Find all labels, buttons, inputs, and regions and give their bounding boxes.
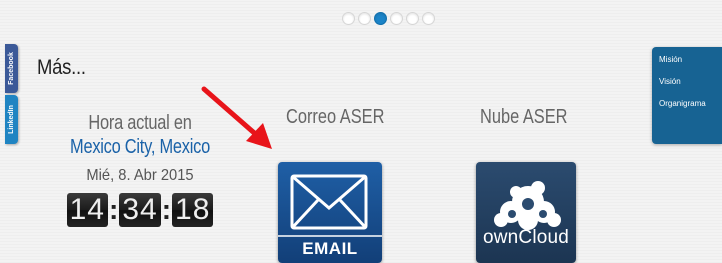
linkedin-label: LinkedIn [8,105,15,134]
linkedin-tab[interactable]: LinkedIn [5,95,18,144]
clock-date: Mié, 8. Abr 2015 [86,167,194,184]
email-icon-label: EMAIL [302,239,358,258]
carousel-dot[interactable] [358,12,371,25]
menu-item-vision[interactable]: Visión [659,77,722,86]
clock-minutes: 34 [119,193,161,227]
email-app-button[interactable]: EMAIL [278,162,382,263]
owncloud-app-button[interactable]: ownCloud [476,162,576,263]
carousel-dot[interactable] [406,12,419,25]
carousel-dots [342,12,435,25]
red-arrow-icon [201,86,272,149]
right-side-menu: Misión Visión Organigrama [652,47,722,144]
carousel-dot[interactable] [342,12,355,25]
clock-seconds: 18 [172,193,214,227]
email-app-title[interactable]: Correo ASER [286,106,384,129]
facebook-tab[interactable]: Facebook [5,44,18,93]
carousel-dot[interactable] [422,12,435,25]
clock-city-link[interactable]: Mexico City, Mexico [66,136,214,159]
clock-hours: 14 [66,193,108,227]
clock-separator: : [161,194,172,225]
menu-item-mision[interactable]: Misión [659,55,722,64]
carousel-dot[interactable] [390,12,403,25]
clock-separator: : [108,194,119,225]
clock-digits: 14 : 34 : 18 [50,193,230,227]
menu-item-organigrama[interactable]: Organigrama [659,99,722,108]
carousel-dot-active[interactable] [374,12,387,25]
clock-heading: Hora actual en [88,112,192,134]
facebook-label: Facebook [8,52,15,85]
cloud-app-title[interactable]: Nube ASER [480,106,568,129]
section-title: Más... [37,56,86,79]
owncloud-icon-label: ownCloud [482,227,570,248]
